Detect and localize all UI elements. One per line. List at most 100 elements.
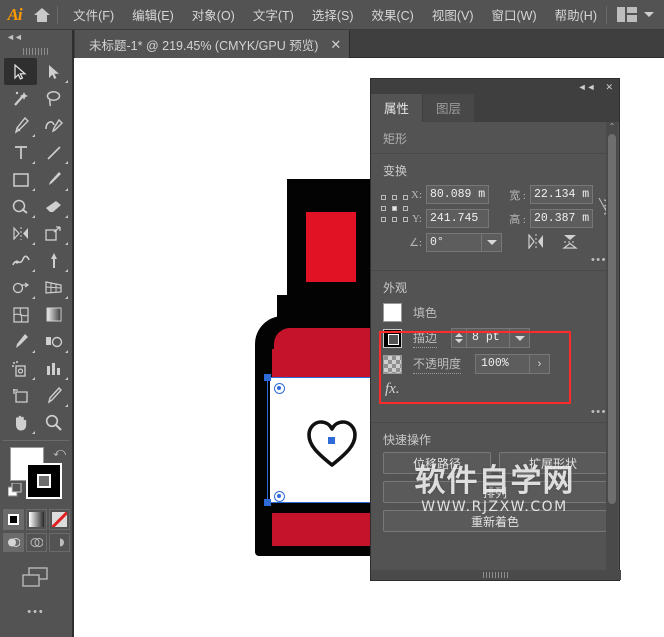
menu-file[interactable]: 文件(F) [64,1,123,28]
document-tab-bar: 未标题-1* @ 219.45% (CMYK/GPU 预览) ✕ [0,30,664,58]
shaper-tool[interactable] [4,193,37,220]
symbol-sprayer-tool[interactable] [4,355,37,382]
zoom-tool[interactable] [37,409,70,436]
opacity-label[interactable]: 不透明度 [413,355,462,374]
default-fill-stroke-icon[interactable] [7,482,22,500]
chevron-down-icon[interactable] [482,233,502,252]
eyedropper-tool[interactable] [4,328,37,355]
stroke-color-swatch[interactable] [26,463,62,499]
fill-swatch[interactable] [383,303,402,322]
opacity-options-arrow[interactable]: › [530,354,551,374]
stroke-weight-dropdown-icon[interactable] [510,328,531,348]
menu-window[interactable]: 窗口(W) [483,1,546,28]
stroke-row: 描边 8 pt [371,325,619,351]
selection-handle-top-left[interactable] [264,374,271,381]
rectangle-tool[interactable] [4,166,37,193]
stroke-swatch[interactable] [383,328,402,348]
scroll-up-icon[interactable]: ⌃ [606,122,618,132]
selection-tool[interactable] [4,58,37,85]
collapse-icon: ◄◄ [6,32,23,42]
menu-effect[interactable]: 效果(C) [362,1,422,28]
stroke-weight-input[interactable]: 8 pt [466,328,511,348]
live-corner-widget-bottom-left[interactable] [274,491,285,502]
arrange-button[interactable]: 排列 [383,481,607,503]
paint-mode-solid[interactable] [2,509,24,530]
offset-path-button[interactable]: 位移路径 [383,452,491,474]
appearance-heading: 外观 [383,281,408,295]
eraser-tool[interactable] [37,193,70,220]
paintbrush-tool[interactable] [37,166,70,193]
magic-wand-tool[interactable] [4,85,37,112]
height-input[interactable]: 20.387 m [530,209,593,228]
selection-handle-bottom-left[interactable] [264,499,271,506]
close-panel-icon[interactable]: ✕ [605,83,613,92]
stroke-label[interactable]: 描边 [413,329,438,348]
tab-properties[interactable]: 属性 [371,94,423,122]
menu-type[interactable]: 文字(T) [244,1,303,28]
y-input[interactable]: 241.745 [426,209,489,228]
column-graph-tool[interactable] [37,355,70,382]
flip-horizontal-icon[interactable] [528,232,544,252]
menu-help[interactable]: 帮助(H) [546,1,606,28]
menu-select[interactable]: 选择(S) [303,1,363,28]
home-button[interactable] [29,7,55,22]
menu-divider-2 [606,5,607,24]
line-segment-tool[interactable] [37,139,70,166]
chevron-down-icon[interactable] [644,12,654,17]
live-corner-widget-top-left[interactable] [274,383,285,394]
change-screen-mode-icon[interactable] [0,566,72,588]
swap-fill-stroke-icon[interactable]: ⤺ [53,445,66,460]
opacity-input[interactable]: 100% [475,354,531,374]
width-input[interactable]: 22.134 m [530,185,593,204]
curvature-tool[interactable] [37,112,70,139]
flip-vertical-icon[interactable] [562,234,578,252]
pen-tool[interactable] [4,112,37,139]
collapse-panel-icon[interactable]: ◄◄ [578,83,596,92]
transform-more-options[interactable]: ••• [371,252,619,270]
draw-inside-icon[interactable] [48,533,70,552]
stroke-weight-stepper[interactable] [451,328,467,348]
blend-tool[interactable] [37,328,70,355]
tools-collapse-button[interactable]: ◄◄ [0,30,72,44]
x-input[interactable]: 80.089 m [426,185,489,204]
mesh-tool[interactable] [4,301,37,328]
shape-builder-tool[interactable] [4,274,37,301]
tools-drag-handle[interactable] [0,44,72,58]
paint-mode-gradient[interactable] [25,509,47,530]
appearance-more-options[interactable]: ••• [371,404,619,422]
width-tool[interactable] [4,247,37,274]
draw-normal-icon[interactable] [2,533,24,552]
gradient-tool[interactable] [37,301,70,328]
panel-resize-handle[interactable] [371,570,621,580]
opacity-swatch[interactable] [383,354,402,374]
artboard-tool[interactable] [4,382,37,409]
reference-point-grid[interactable] [381,195,408,225]
angle-input[interactable]: 0° [426,233,482,252]
lasso-tool[interactable] [37,85,70,112]
panel-scrollbar-thumb[interactable] [608,134,616,504]
drawing-mode-row [0,533,72,552]
scale-tool[interactable] [37,220,70,247]
expand-shape-button[interactable]: 扩展形状 [499,452,607,474]
menu-edit[interactable]: 编辑(E) [123,1,183,28]
perspective-grid-tool[interactable] [37,274,70,301]
draw-behind-icon[interactable] [25,533,47,552]
direct-selection-tool[interactable] [37,58,70,85]
slice-tool[interactable] [37,382,70,409]
panel-scrollbar[interactable]: ⌃ [606,122,618,579]
document-tab[interactable]: 未标题-1* @ 219.45% (CMYK/GPU 预览) ✕ [75,30,351,58]
artwork-cap-inner[interactable] [306,212,356,282]
free-transform-tool[interactable] [37,247,70,274]
menu-object[interactable]: 对象(O) [183,1,244,28]
close-icon[interactable]: ✕ [330,38,341,51]
tab-layers[interactable]: 图层 [423,94,475,122]
rotate-tool[interactable] [4,220,37,247]
paint-mode-none[interactable] [48,509,70,530]
hand-tool[interactable] [4,409,37,436]
menu-view[interactable]: 视图(V) [423,1,483,28]
fx-label[interactable]: fx. [371,377,619,404]
type-tool[interactable] [4,139,37,166]
recolor-button[interactable]: 重新着色 [383,510,607,532]
edit-toolbar-button[interactable]: ••• [0,606,72,618]
workspace-switcher-icon[interactable] [617,7,637,22]
